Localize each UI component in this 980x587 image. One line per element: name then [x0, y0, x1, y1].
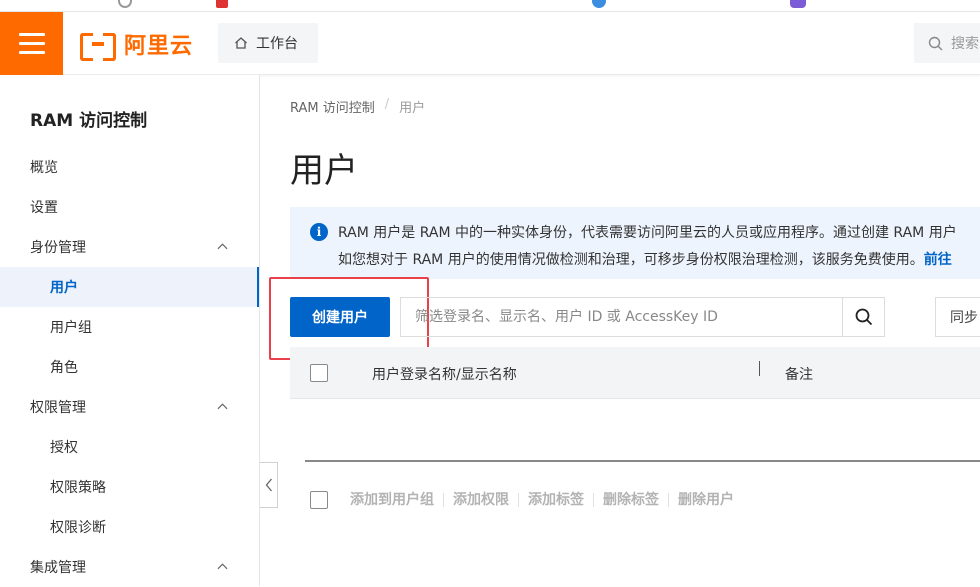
- main-content: RAM 访问控制 / 用户 用户 i RAM 用户是 RAM 中的一种实体身份，…: [260, 75, 980, 586]
- sidebar-item-label: 授权: [50, 440, 78, 456]
- user-filter-search: [400, 297, 885, 337]
- global-search-input[interactable]: 搜索: [914, 23, 980, 63]
- sidebar-item-roles[interactable]: 角色: [0, 347, 258, 387]
- notice-line-2-text: 如您想对于 RAM 用户的使用情况做检测和治理，可移步身份权限治理检测，该服务免…: [338, 252, 924, 268]
- notice-line-1: RAM 用户是 RAM 中的一种实体身份，代表需要访问阿里云的人员或应用程序。通…: [338, 225, 957, 241]
- aliyun-logo-icon: [80, 33, 116, 61]
- sync-button-label: 同步: [950, 310, 978, 326]
- create-user-button[interactable]: 创建用户: [290, 297, 390, 337]
- browser-tab-icon: [216, 0, 228, 8]
- breadcrumb-root[interactable]: RAM 访问控制: [290, 97, 375, 116]
- sync-button[interactable]: 同步: [935, 297, 980, 337]
- breadcrumb: RAM 访问控制 / 用户: [290, 97, 425, 116]
- global-search-placeholder: 搜索: [951, 36, 979, 52]
- sidebar-item-diagnostics[interactable]: 权限诊断: [0, 507, 258, 547]
- search-icon: [855, 308, 872, 326]
- notice-goto-link[interactable]: 前往: [924, 252, 952, 268]
- column-header-remark: 备注: [785, 367, 813, 383]
- breadcrumb-current: 用户: [399, 101, 426, 116]
- table-header: 用户登录名称/显示名称 备注: [290, 347, 980, 399]
- brand-name: 阿里云: [124, 34, 194, 59]
- sidebar-item-label: 概览: [30, 160, 58, 176]
- sidebar: RAM 访问控制 概览 设置 身份管理 用户 用户组 角色 权限管理 授权 权限…: [0, 75, 260, 586]
- add-permission-action[interactable]: 添加权限: [443, 493, 518, 507]
- sidebar-item-user-groups[interactable]: 用户组: [0, 307, 258, 347]
- hamburger-icon: [18, 33, 45, 36]
- sidebar-item-settings[interactable]: 设置: [0, 187, 258, 227]
- sidebar-group-identity[interactable]: 身份管理: [0, 227, 258, 267]
- table-horizontal-scrollbar[interactable]: [305, 460, 980, 462]
- column-resize-handle[interactable]: [759, 361, 760, 376]
- sidebar-item-label: 设置: [30, 200, 58, 216]
- chevron-up-icon: [217, 243, 228, 250]
- chevron-up-icon: [217, 563, 228, 570]
- column-header-login-name: 用户登录名称/显示名称: [372, 367, 517, 383]
- remove-tag-action[interactable]: 删除标签: [593, 493, 668, 507]
- browser-tab-icon: [118, 0, 132, 8]
- sidebar-item-label: 角色: [50, 360, 78, 376]
- sidebar-group-permissions[interactable]: 权限管理: [0, 387, 258, 427]
- sidebar-item-label: 集成管理: [30, 560, 86, 576]
- sidebar-item-policies[interactable]: 权限策略: [0, 467, 258, 507]
- info-notice: i RAM 用户是 RAM 中的一种实体身份，代表需要访问阿里云的人员或应用程序…: [290, 207, 980, 279]
- aliyun-logo[interactable]: 阿里云: [80, 30, 194, 61]
- sidebar-item-label: 权限管理: [30, 400, 86, 416]
- workbench-label: 工作台: [256, 36, 298, 52]
- chevron-up-icon: [217, 403, 228, 410]
- sidebar-title: RAM 访问控制: [30, 111, 148, 131]
- sidebar-item-grants[interactable]: 授权: [0, 427, 258, 467]
- search-icon: [928, 36, 943, 50]
- sidebar-item-label: 权限策略: [50, 480, 106, 496]
- sidebar-item-label: 权限诊断: [50, 520, 106, 536]
- page-title: 用户: [290, 151, 358, 191]
- add-to-group-action[interactable]: 添加到用户组: [350, 493, 443, 507]
- sidebar-item-users[interactable]: 用户: [0, 267, 259, 307]
- browser-tab-icon: [592, 0, 606, 8]
- browser-tab-icon: [790, 0, 806, 8]
- breadcrumb-separator: /: [384, 97, 390, 112]
- sidebar-item-label: 用户组: [50, 320, 92, 336]
- hamburger-icon: [18, 42, 45, 45]
- notice-line-2: 如您想对于 RAM 用户的使用情况做检测和治理，可移步身份权限治理检测，该服务免…: [338, 247, 980, 274]
- add-tag-action[interactable]: 添加标签: [518, 493, 593, 507]
- workbench-button[interactable]: 工作台: [218, 23, 318, 63]
- select-all-checkbox[interactable]: [310, 364, 328, 382]
- sidebar-item-overview[interactable]: 概览: [0, 147, 258, 187]
- sidebar-group-integration[interactable]: 集成管理: [0, 547, 258, 587]
- browser-tab-strip: [0, 0, 980, 12]
- hamburger-icon: [18, 51, 45, 54]
- sidebar-item-label: 身份管理: [30, 240, 86, 256]
- search-button[interactable]: [842, 298, 884, 336]
- top-navigation-bar: 阿里云 工作台 搜索: [0, 12, 980, 75]
- user-filter-input[interactable]: [401, 298, 841, 336]
- delete-user-action[interactable]: 删除用户: [668, 493, 743, 507]
- info-icon: i: [310, 223, 328, 241]
- bulk-actions-bar: 添加到用户组 添加权限 添加标签 删除标签 删除用户: [310, 487, 743, 513]
- bulk-select-checkbox[interactable]: [310, 491, 328, 509]
- menu-toggle-button[interactable]: [0, 12, 63, 75]
- home-icon: [235, 37, 247, 49]
- sidebar-item-label: 用户: [50, 280, 78, 296]
